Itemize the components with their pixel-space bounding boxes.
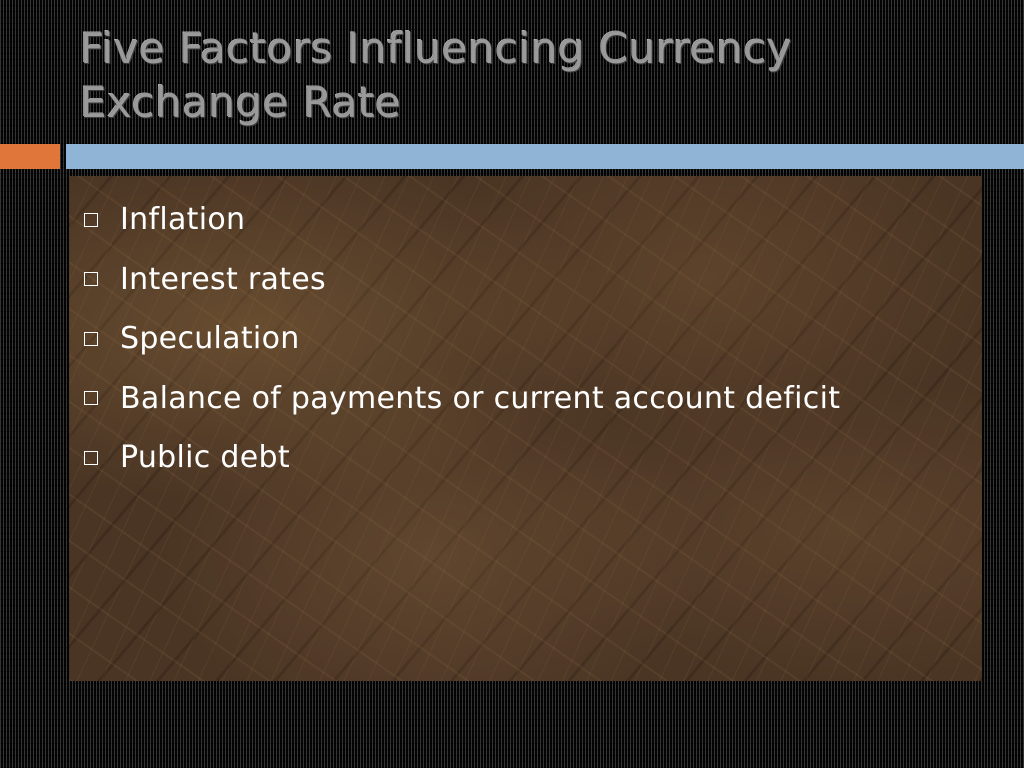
hollow-square-icon bbox=[84, 331, 98, 346]
list-item: Interest rates bbox=[80, 250, 840, 310]
bullet-label: Interest rates bbox=[120, 261, 326, 297]
list-item: Public debt bbox=[80, 428, 840, 488]
hollow-square-icon bbox=[84, 391, 98, 406]
bullet-list: Inflation Interest rates Speculation Bal… bbox=[80, 190, 840, 488]
hollow-square-icon bbox=[84, 212, 98, 227]
bullet-label: Public debt bbox=[120, 440, 290, 476]
bullet-label: Speculation bbox=[120, 321, 300, 357]
bullet-label: Inflation bbox=[120, 202, 246, 238]
hollow-square-icon bbox=[84, 272, 98, 287]
list-item: Balance of payments or current account d… bbox=[80, 369, 840, 429]
bullet-label: Balance of payments or current account d… bbox=[120, 380, 841, 416]
list-item: Speculation bbox=[80, 309, 840, 369]
slide-title: Five Factors Influencing Currency Exchan… bbox=[80, 24, 793, 127]
list-item: Inflation bbox=[80, 190, 840, 250]
accent-bar bbox=[0, 144, 60, 169]
header-bar bbox=[66, 144, 1024, 169]
hollow-square-icon bbox=[84, 450, 98, 465]
